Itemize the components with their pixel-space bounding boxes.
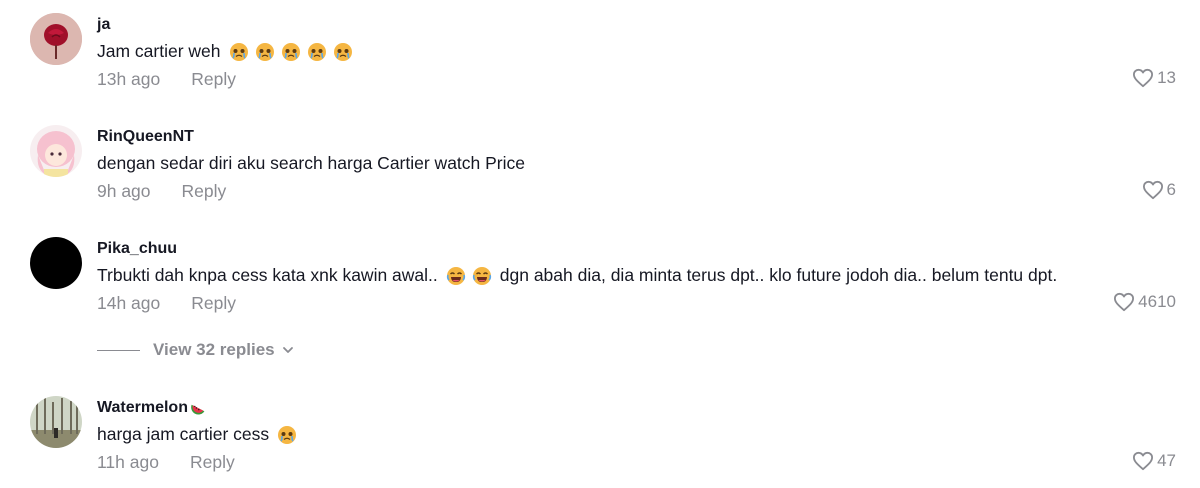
- divider-line: [97, 349, 140, 351]
- comment-text-label: Jam cartier weh: [97, 41, 221, 61]
- crying-face-icon: [277, 425, 297, 445]
- crying-face-icon: [255, 42, 275, 62]
- view-replies-label[interactable]: View 32 replies: [153, 340, 275, 360]
- timestamp: 9h ago: [97, 181, 151, 201]
- crying-face-icon: [281, 42, 301, 62]
- username-label[interactable]: Watermelon: [97, 399, 188, 417]
- avatar[interactable]: [30, 396, 82, 448]
- anime-girl-avatar: [30, 125, 82, 177]
- avatar[interactable]: [30, 125, 82, 177]
- like-count: 47: [1157, 451, 1176, 470]
- like-button[interactable]: 4610: [1113, 292, 1176, 312]
- view-replies-button[interactable]: View 32 replies: [97, 340, 295, 360]
- username[interactable]: Watermelon: [97, 399, 206, 417]
- like-button[interactable]: 13: [1132, 68, 1176, 88]
- comment-text: Jam cartier weh: [97, 41, 353, 62]
- watermelon-icon: [190, 400, 206, 416]
- comment-text-label: dgn abah dia, dia minta terus dpt.. klo …: [499, 265, 1058, 285]
- crying-face-icon: [229, 42, 249, 62]
- like-button[interactable]: 6: [1142, 180, 1176, 200]
- forest-avatar: [30, 396, 82, 448]
- timestamp: 11h ago: [97, 452, 159, 472]
- reply-button[interactable]: Reply: [191, 293, 236, 314]
- comment-text: harga jam cartier cess: [97, 424, 297, 445]
- like-button[interactable]: 47: [1132, 451, 1176, 471]
- comment-text-label: Trbukti dah knpa cess kata xnk kawin awa…: [97, 265, 438, 285]
- crying-face-icon: [307, 42, 327, 62]
- username-label[interactable]: ja: [97, 16, 110, 34]
- black-avatar: [30, 237, 82, 289]
- reply-button[interactable]: Reply: [182, 181, 227, 202]
- crying-face-icon: [333, 42, 353, 62]
- comment-text: dengan sedar diri aku search harga Carti…: [97, 153, 525, 174]
- heart-icon: [1114, 292, 1135, 312]
- laughing-face-icon: [472, 266, 492, 286]
- reply-button[interactable]: Reply: [190, 452, 235, 473]
- comment-text-label: harga jam cartier cess: [97, 424, 270, 444]
- comment-text-label: dengan sedar diri aku search harga Carti…: [97, 153, 525, 173]
- red-rose-avatar: [30, 13, 82, 65]
- heart-icon: [1142, 180, 1163, 200]
- comment-meta: 9h ago Reply: [97, 181, 226, 202]
- timestamp: 14h ago: [97, 293, 161, 313]
- timestamp: 13h ago: [97, 69, 161, 89]
- emoji-group: [446, 266, 492, 286]
- username[interactable]: Pika_chuu: [97, 240, 177, 258]
- comment-meta: 14h ago Reply: [97, 293, 236, 314]
- username-label[interactable]: Pika_chuu: [97, 240, 177, 258]
- avatar[interactable]: [30, 13, 82, 65]
- laughing-face-icon: [446, 266, 466, 286]
- username[interactable]: RinQueenNT: [97, 128, 194, 146]
- like-count: 6: [1166, 180, 1176, 199]
- comment-text: Trbukti dah knpa cess kata xnk kawin awa…: [97, 265, 1057, 286]
- username[interactable]: ja: [97, 16, 110, 34]
- heart-icon: [1133, 68, 1154, 88]
- chevron-down-icon: [282, 347, 293, 353]
- emoji-group: [229, 42, 353, 62]
- avatar[interactable]: [30, 237, 82, 289]
- username-label[interactable]: RinQueenNT: [97, 128, 194, 146]
- heart-icon: [1133, 451, 1154, 471]
- like-count: 13: [1157, 68, 1176, 87]
- reply-button[interactable]: Reply: [191, 69, 236, 90]
- like-count: 4610: [1138, 292, 1176, 311]
- comment-meta: 11h ago Reply: [97, 452, 235, 473]
- comment-meta: 13h ago Reply: [97, 69, 236, 90]
